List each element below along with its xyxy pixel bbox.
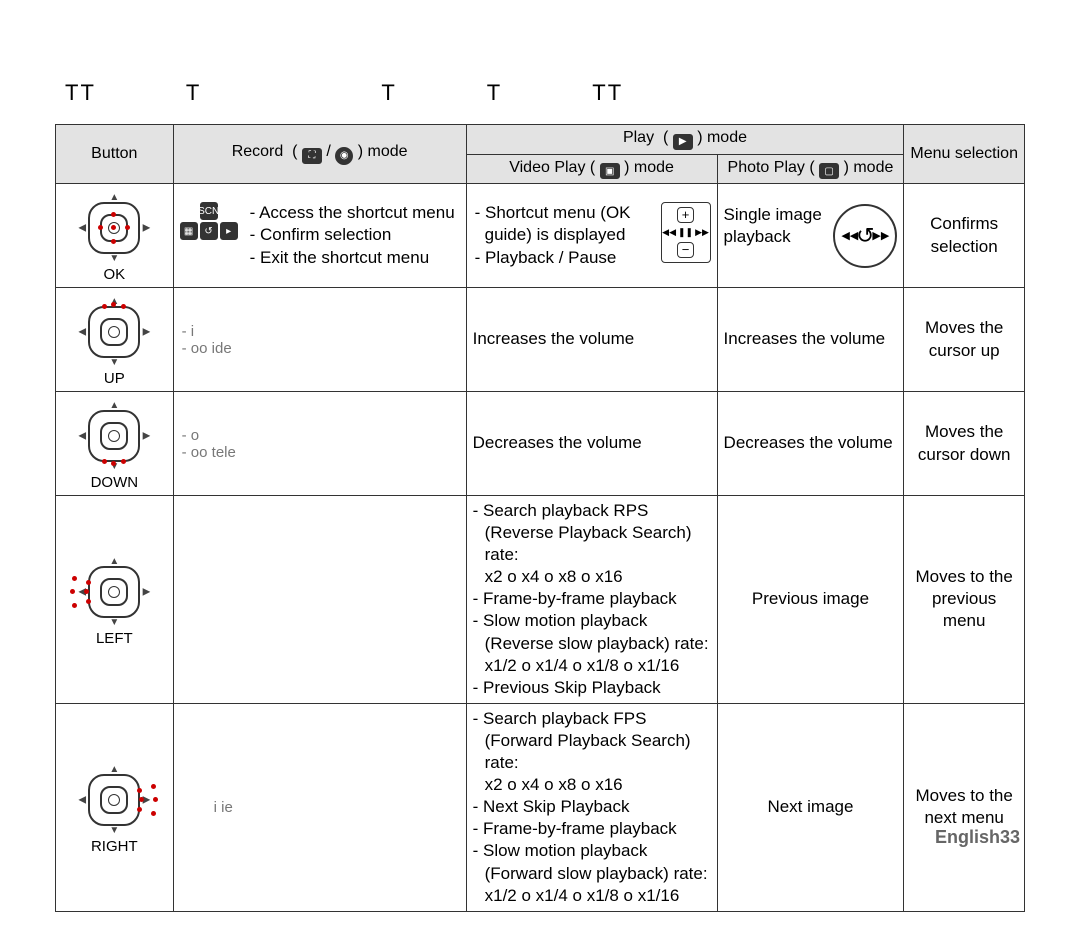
col-button: Button xyxy=(56,125,174,184)
play-mode-icon: ▶ xyxy=(673,134,693,150)
dpad-up-icon: ▲▼◀▶ xyxy=(80,298,148,366)
record-photo-icon: ◉ xyxy=(335,147,353,165)
col-photo-play: Photo Play ( ▢ ) mode xyxy=(717,154,904,184)
dpad-down-icon: ▲▼◀▶ xyxy=(80,402,148,470)
col-play: Play ( ▶ ) mode xyxy=(466,125,904,155)
page-title-row: TT T T T TT xyxy=(55,80,1025,106)
dpad-ok-icon: ▲▼◀▶ xyxy=(80,194,148,262)
row-left: ▲▼◀▶ LEFT - Search playback RPS (Reverse… xyxy=(56,496,1025,704)
record-movie-icon: ⛶ xyxy=(302,148,322,164)
page-footer: English33 xyxy=(935,827,1020,848)
dpad-right-icon: ▲▼◀▶ xyxy=(80,766,148,834)
row-down: ▲▼◀▶ DOWN o oo tele Decreases the volume… xyxy=(56,392,1025,496)
col-menu: Menu selection xyxy=(904,125,1025,184)
photo-play-icon: ▢ xyxy=(819,163,839,179)
row-up: ▲▼◀▶ UP i oo ide Increases the volume In… xyxy=(56,288,1025,392)
row-right: ▲▼◀▶ RIGHT i ie - Search playback FPS (F… xyxy=(56,703,1025,911)
button-reference-table: Button Record ( ⛶ / ◉ ) mode Play ( ▶ ) … xyxy=(55,124,1025,912)
volume-osd-icon: + ◀◀❚❚▶▶ − xyxy=(661,202,711,263)
photo-nav-osd-icon: ◀◀↺▶▶ xyxy=(833,204,897,268)
video-play-icon: ▣ xyxy=(600,163,620,179)
dpad-left-icon: ▲▼◀▶ xyxy=(80,558,148,626)
col-record: Record ( ⛶ / ◉ ) mode xyxy=(173,125,466,184)
shortcut-osd-grid-icon: SCN ▦↺▸ xyxy=(180,202,238,260)
col-video-play: Video Play ( ▣ ) mode xyxy=(466,154,717,184)
row-ok: ▲▼◀▶ OK SCN ▦↺▸ xyxy=(56,184,1025,288)
